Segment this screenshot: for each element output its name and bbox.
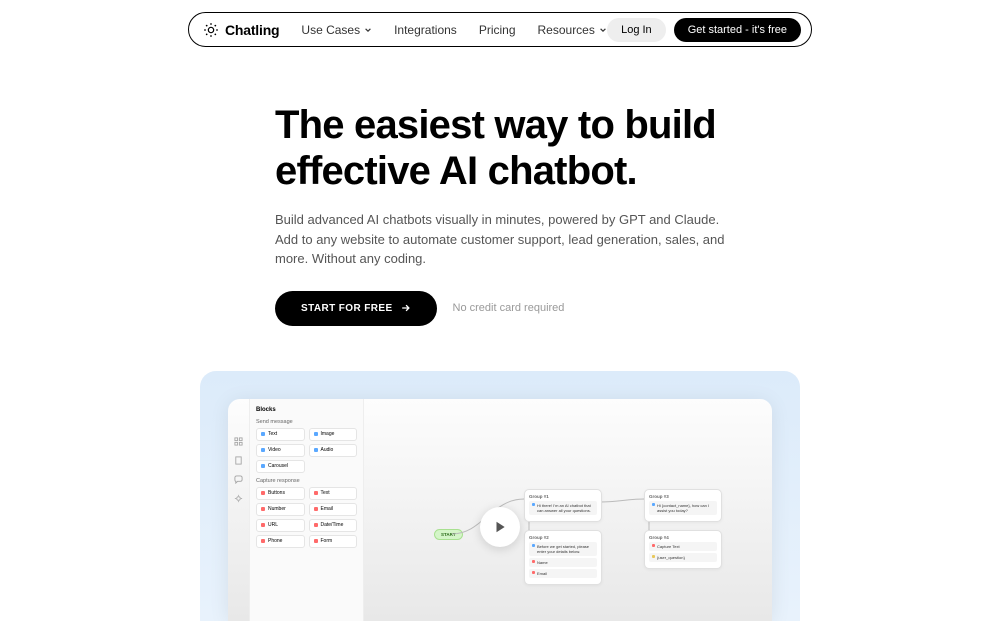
flow-group-card[interactable]: Group #3Hi {contact_name}, how can I ass… (644, 489, 722, 522)
builder-rail (228, 399, 250, 621)
chat-icon[interactable] (234, 475, 243, 484)
block-chip[interactable]: Image (309, 428, 358, 441)
panel-section-label: Send message (256, 419, 357, 425)
dashboard-icon[interactable] (234, 437, 243, 446)
block-chip[interactable]: Carousel (256, 460, 305, 473)
get-started-button[interactable]: Get started - it's free (674, 18, 801, 42)
chevron-down-icon (599, 26, 607, 34)
hero-note: No credit card required (453, 302, 565, 314)
chevron-down-icon (364, 26, 372, 34)
document-icon[interactable] (234, 456, 243, 465)
logo-text: Chatling (225, 22, 279, 38)
hero-section: The easiest way to build effective AI ch… (275, 102, 725, 326)
blocks-panel: Blocks Send message Text Image Video Audio Ca… (250, 399, 364, 621)
play-video-button[interactable] (480, 507, 520, 547)
play-icon (493, 520, 507, 534)
start-for-free-button[interactable]: START FOR FREE (275, 291, 437, 326)
panel-section-label: Capture response (256, 478, 357, 484)
block-chip[interactable]: Text (256, 428, 305, 441)
block-chip[interactable]: Form (309, 535, 358, 548)
block-chip[interactable]: Video (256, 444, 305, 457)
block-chip[interactable]: Number (256, 503, 305, 516)
builder-app-shell: Blocks Send message Text Image Video Audio Ca… (228, 399, 772, 621)
login-button[interactable]: Log In (607, 18, 666, 42)
hero-title: The easiest way to build effective AI ch… (275, 102, 725, 194)
flow-group-card[interactable]: Group #1Hi there! I'm an AI chatbot that… (524, 489, 602, 522)
chatling-logo-icon (203, 22, 219, 38)
logo[interactable]: Chatling (203, 22, 279, 38)
header-nav-bar: Chatling Use Cases Integrations Pricing … (188, 12, 812, 47)
nav-pricing[interactable]: Pricing (479, 23, 516, 37)
blocks-panel-title: Blocks (256, 407, 357, 413)
block-chip[interactable]: Email (309, 503, 358, 516)
settings-icon[interactable] (234, 494, 243, 503)
block-chip[interactable]: Audio (309, 444, 358, 457)
hero-subtitle: Build advanced AI chatbots visually in m… (275, 210, 725, 269)
block-chip[interactable]: Date/Time (309, 519, 358, 532)
nav-links: Use Cases Integrations Pricing Resources (301, 23, 606, 37)
block-chip[interactable]: Phone (256, 535, 305, 548)
block-chip[interactable]: Text (309, 487, 358, 500)
block-chip[interactable]: Buttons (256, 487, 305, 500)
flow-group-card[interactable]: Group #2Before we get started, please en… (524, 530, 602, 585)
nav-use-cases[interactable]: Use Cases (301, 23, 372, 37)
block-chip[interactable]: URL (256, 519, 305, 532)
nav-resources[interactable]: Resources (538, 23, 607, 37)
demo-preview-frame: Blocks Send message Text Image Video Audio Ca… (200, 371, 800, 621)
flow-connector (600, 494, 650, 524)
arrow-right-icon (401, 303, 411, 313)
flow-canvas[interactable]: START Group #1Hi there! I'm an AI chatbo… (364, 399, 772, 621)
nav-integrations[interactable]: Integrations (394, 23, 457, 37)
start-node[interactable]: START (434, 529, 463, 540)
